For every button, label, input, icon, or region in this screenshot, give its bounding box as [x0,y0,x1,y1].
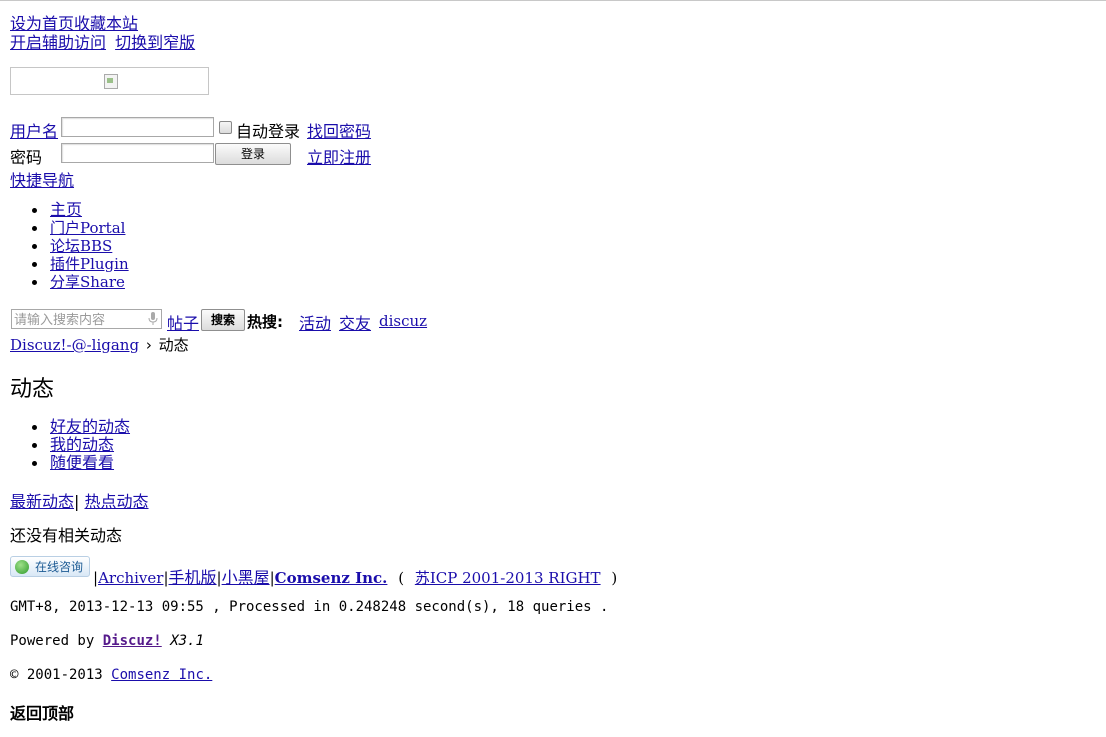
version-text: X3.1 [170,633,204,649]
search-type-link[interactable]: 帖子 [167,310,199,334]
back-to-top[interactable]: 返回顶部 [10,700,74,724]
mobile-link[interactable]: 手机版 [169,568,217,587]
quick-nav-link[interactable]: 快捷导航 [10,167,74,191]
forgot-password-link[interactable]: 找回密码 [307,118,371,142]
online-consult-badge[interactable]: 在线咨询 [10,556,90,577]
powered-by: Powered by Discuz! X3.1 [10,633,204,649]
username-input[interactable] [61,117,214,137]
password-input[interactable] [61,143,214,163]
tab-link-mine[interactable]: 我的动态 [50,435,114,454]
username-label[interactable]: 用户名 [10,118,58,142]
search-box [11,309,162,330]
page-title: 动态 [10,377,55,402]
footer-links: |Archiver|手机版|小黑屋|Comsenz Inc. ( 苏ICP 20… [93,568,618,587]
copyright: © 2001-2013 Comsenz Inc. [10,667,212,683]
copyright-text: © 2001-2013 [10,667,103,683]
hot-search-discuz[interactable]: discuz [379,312,427,330]
accessibility-link[interactable]: 开启辅助访问 [10,33,106,52]
sort-links: 最新动态| 热点动态 [10,488,149,512]
search-button[interactable]: 搜索 [201,309,245,331]
nav-link-plugin[interactable]: 插件Plugin [50,255,129,273]
nav-item-home: 主页 [10,201,129,219]
online-consult-label: 在线咨询 [35,560,84,574]
breadcrumb: Discuz!-@-ligang › 动态 [10,334,189,355]
comsenz-link[interactable]: Comsenz Inc. [275,569,388,587]
password-label: 密码 [10,148,43,167]
nav-link-bbs[interactable]: 论坛BBS [50,237,112,255]
icp-close-paren: ) [611,569,618,587]
breadcrumb-home[interactable]: Discuz!-@-ligang [10,336,139,354]
tab-random-feed: 随便看看 [10,454,130,472]
microphone-icon[interactable] [148,312,158,326]
online-status-icon [15,560,29,574]
site-logo[interactable] [10,67,209,95]
sort-latest-link[interactable]: 最新动态 [10,492,74,511]
narrow-mode-link[interactable]: 切换到窄版 [115,33,195,52]
sort-hot-link[interactable]: 热点动态 [85,492,149,511]
nav-link-portal[interactable]: 门户Portal [50,219,125,237]
register-link[interactable]: 立即注册 [307,144,371,168]
tab-link-friends[interactable]: 好友的动态 [50,417,130,436]
hot-search-friends[interactable]: 交友 [339,310,371,334]
nav-item-bbs: 论坛BBS [10,237,129,255]
nav-item-portal: 门户Portal [10,219,129,237]
discuz-link[interactable]: Discuz! [103,633,162,649]
auto-login-checkbox[interactable] [219,121,232,134]
search-input[interactable] [12,311,144,330]
hot-search-label: 热搜: [247,313,283,331]
powered-by-text: Powered by [10,633,95,649]
nav-item-share: 分享Share [10,273,129,291]
broken-image-icon [104,74,118,89]
empty-message: 还没有相关动态 [10,526,123,545]
nav-item-plugin: 插件Plugin [10,255,129,273]
sort-separator: | [74,492,80,511]
nav-link-home[interactable]: 主页 [50,200,82,219]
breadcrumb-current: 动态 [158,336,189,354]
hot-search-activity[interactable]: 活动 [299,310,331,334]
auto-login-label: 自动登录 [236,122,301,141]
login-button[interactable]: 登录 [215,143,291,165]
breadcrumb-separator: › [145,336,152,354]
tab-link-random[interactable]: 随便看看 [50,453,114,472]
archiver-link[interactable]: Archiver [98,569,163,587]
icp-link[interactable]: 苏ICP 2001-2013 RIGHT [415,569,601,587]
copyright-company-link[interactable]: Comsenz Inc. [111,667,212,683]
icp-open-paren: ( [398,569,405,587]
footer-stats: GMT+8, 2013-12-13 09:55 , Processed in 0… [10,599,609,615]
main-nav: 主页 门户Portal 论坛BBS 插件Plugin 分享Share [10,201,129,291]
feed-tabs: 好友的动态 我的动态 随便看看 [10,418,130,472]
accessibility-links: 开启辅助访问 切换到窄版 [10,29,195,53]
tab-my-feed: 我的动态 [10,436,130,454]
tab-friends-feed: 好友的动态 [10,418,130,436]
blackroom-link[interactable]: 小黑屋 [222,568,270,587]
nav-link-share[interactable]: 分享Share [50,273,125,291]
